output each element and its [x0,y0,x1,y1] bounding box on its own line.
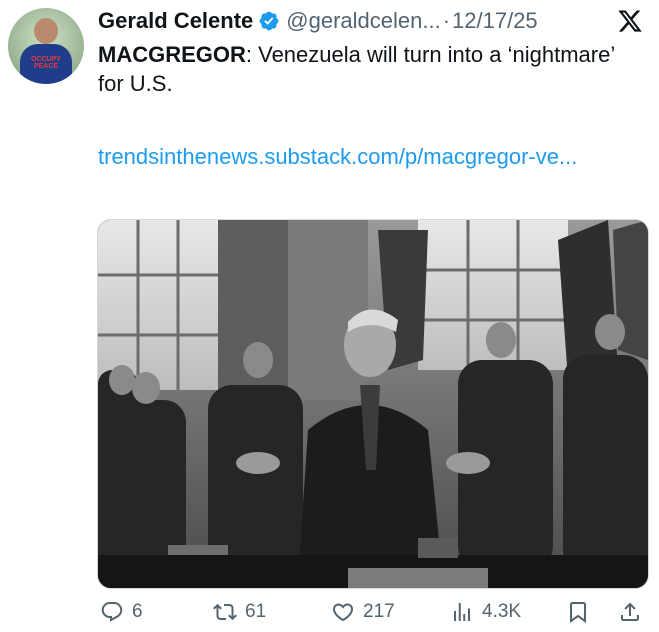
post-header: Gerald Celente @geraldcelen... · 12/17/2… [98,6,643,36]
views-button[interactable]: 4.3K [450,596,521,628]
share-icon [621,602,639,621]
x-logo-icon [618,10,642,32]
post-date[interactable]: 12/17/25 [452,8,538,34]
views-icon [454,603,470,621]
like-count: 217 [363,601,395,622]
action-bar: 6 61 217 4.3K [96,596,648,628]
author-handle[interactable]: @geraldcelen... [286,8,440,34]
bookmark-button[interactable] [566,596,598,628]
verified-badge-icon [259,11,279,31]
avatar[interactable]: OCCUPY PEACE [8,8,84,84]
post-photo[interactable] [97,219,649,589]
repost-button[interactable]: 61 [213,596,266,628]
bookmark-icon [570,602,586,623]
reply-count: 6 [132,601,143,622]
post-text: MACGREGOR: Venezuela will turn into a ‘n… [98,40,638,98]
reply-button[interactable]: 6 [100,596,143,628]
repost-icon [213,603,237,621]
like-icon [332,603,354,622]
post-headline-bold: MACGREGOR [98,42,246,67]
repost-count: 61 [245,601,267,622]
avatar-shirt-text: OCCUPY PEACE [31,56,61,70]
post-card[interactable]: OCCUPY PEACE Gerald Celente @geraldcelen… [0,0,659,632]
share-button[interactable] [618,596,650,628]
reply-icon [101,602,123,622]
views-count: 4.3K [482,601,522,622]
author-name[interactable]: Gerald Celente [98,8,253,34]
article-link[interactable]: trendsinthenews.substack.com/p/macgregor… [98,142,643,171]
like-button[interactable]: 217 [331,596,395,628]
header-separator: · [442,8,451,33]
photo-scene [98,220,648,588]
